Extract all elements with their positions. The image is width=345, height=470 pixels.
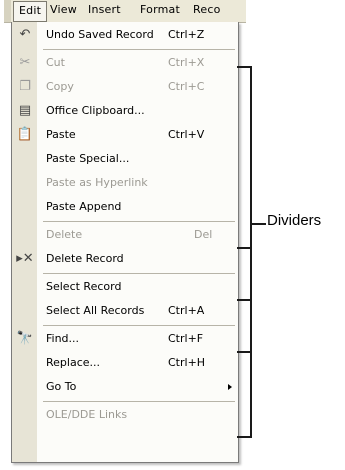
menu-divider: [43, 273, 235, 274]
menu-divider: [43, 49, 235, 50]
menu-item-label: Go To: [46, 380, 77, 393]
divider-pointer-line: [237, 436, 251, 438]
callout-stem-line: [252, 223, 266, 225]
find-icon: 🔭: [16, 331, 34, 346]
menu-item-shortcut: Ctrl+X: [168, 56, 205, 69]
menu-records[interactable]: Reco: [193, 3, 221, 16]
menu-item-paste-special[interactable]: Paste Special...: [12, 148, 238, 170]
menu-item-cut[interactable]: ✂ Cut Ctrl+X: [12, 52, 238, 74]
menu-bar: Edit View Insert Format Reco: [4, 0, 246, 23]
menu-item-label: OLE/DDE Links: [46, 408, 128, 421]
menu-item-shortcut: Ctrl+F: [168, 332, 204, 345]
menu-item-label: Find...: [46, 332, 80, 345]
menu-item-label: Delete Record: [46, 252, 124, 265]
menu-item-delete[interactable]: Delete Del: [12, 224, 238, 246]
menu-item-label: Delete: [46, 228, 83, 241]
menu-item-copy[interactable]: ❐ Copy Ctrl+C: [12, 76, 238, 98]
office-clipboard-icon: ▤: [18, 103, 32, 118]
menu-item-shortcut: Ctrl+V: [168, 128, 205, 141]
menu-edit[interactable]: Edit: [13, 1, 48, 22]
menu-item-paste[interactable]: 📋 Paste Ctrl+V: [12, 124, 238, 146]
divider-pointer-line: [237, 351, 251, 353]
menu-divider: [43, 221, 235, 222]
menu-item-select-record[interactable]: Select Record: [12, 276, 238, 298]
menu-item-shortcut: Ctrl+Z: [168, 28, 205, 41]
menu-item-label: Undo Saved Record: [46, 28, 154, 41]
menu-item-label: Replace...: [46, 356, 101, 369]
menu-item-label: Cut: [46, 56, 65, 69]
menu-divider: [43, 401, 235, 402]
delete-record-icon: ▸✕: [16, 251, 34, 266]
callout-label: Dividers: [267, 212, 322, 229]
menu-item-office-clipboard[interactable]: ▤ Office Clipboard...: [12, 100, 238, 122]
menu-item-find[interactable]: 🔭 Find... Ctrl+F: [12, 328, 238, 350]
menu-item-label: Copy: [46, 80, 74, 93]
menu-item-shortcut: Ctrl+H: [168, 356, 206, 369]
menu-item-go-to[interactable]: Go To: [12, 376, 238, 398]
paste-icon: 📋: [16, 127, 34, 142]
menu-format[interactable]: Format: [140, 3, 180, 16]
menu-item-ole-dde-links[interactable]: OLE/DDE Links: [12, 404, 238, 426]
menu-item-label: Select All Records: [46, 304, 145, 317]
menu-item-shortcut: Del: [194, 228, 213, 241]
menu-insert[interactable]: Insert: [88, 3, 121, 16]
menu-item-undo[interactable]: ↶ Undo Saved Record Ctrl+Z: [12, 24, 238, 46]
menu-item-label: Office Clipboard...: [46, 104, 145, 117]
menu-item-paste-append[interactable]: Paste Append: [12, 196, 238, 218]
menu-item-shortcut: Ctrl+C: [168, 80, 205, 93]
menu-item-label: Paste Special...: [46, 152, 130, 165]
menu-item-label: Paste Append: [46, 200, 122, 213]
divider-pointer-line: [237, 66, 251, 68]
toolbar-grip[interactable]: [4, 0, 11, 22]
menu-item-paste-as-hyperlink[interactable]: Paste as Hyperlink: [12, 172, 238, 194]
menu-item-label: Paste as Hyperlink: [46, 176, 148, 189]
menu-item-shortcut: Ctrl+A: [168, 304, 205, 317]
copy-icon: ❐: [19, 79, 31, 94]
menu-item-label: Paste: [46, 128, 76, 141]
divider-pointer-line: [237, 299, 251, 301]
menu-item-replace[interactable]: Replace... Ctrl+H: [12, 352, 238, 374]
menu-divider: [43, 325, 235, 326]
menu-item-delete-record[interactable]: ▸✕ Delete Record: [12, 248, 238, 270]
menu-item-select-all-records[interactable]: Select All Records Ctrl+A: [12, 300, 238, 322]
cut-icon: ✂: [19, 55, 31, 70]
undo-icon: ↶: [19, 27, 31, 42]
callout-vertical-line: [250, 66, 252, 438]
submenu-arrow-icon: [228, 384, 232, 390]
menu-item-label: Select Record: [46, 280, 122, 293]
edit-menu-dropdown: ↶ Undo Saved Record Ctrl+Z ✂ Cut Ctrl+X …: [11, 22, 239, 463]
divider-pointer-line: [237, 247, 251, 249]
menu-view[interactable]: View: [50, 3, 77, 16]
